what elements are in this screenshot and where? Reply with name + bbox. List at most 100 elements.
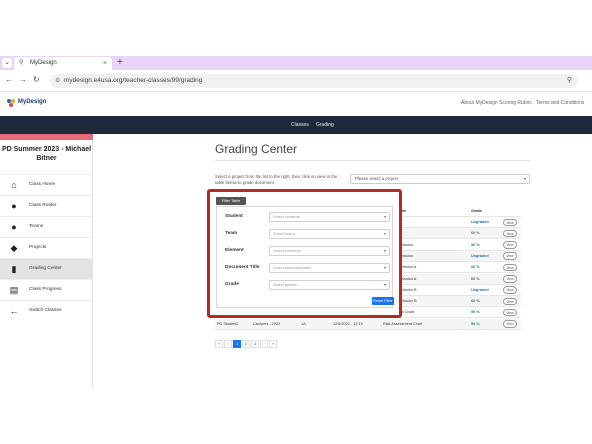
logo-text: MyDesign: [18, 99, 47, 105]
chevron-down-icon: ▾: [523, 176, 526, 181]
home-icon: ⌂: [11, 180, 17, 190]
filter-label: Student: [225, 214, 243, 219]
project-select-value: Please select a project: [355, 176, 399, 181]
main-nav: Classes Grading: [0, 116, 592, 134]
sidebar-item-projects[interactable]: ◆ Projects: [0, 237, 93, 258]
team-select-placeholder: Select teams: [273, 231, 296, 236]
cell-grade: Ungraded: [471, 253, 489, 258]
element-select-placeholder: Select elements: [273, 248, 301, 253]
cell-grade: 60 %: [471, 231, 480, 236]
project-select[interactable]: Please select a project ▾: [350, 174, 530, 184]
student-select[interactable]: Select students ▾: [269, 212, 390, 222]
filter-row-element: Element Select elements ▾: [217, 246, 392, 258]
page-next-button[interactable]: ›: [260, 340, 268, 348]
sidebar-item-label: Grading Center: [29, 266, 62, 271]
sidebar-item-class-home[interactable]: ⌂ Class Home: [0, 174, 93, 195]
cell-submitted: 12/5/2022 - 12:19: [333, 321, 363, 326]
sidebar-item-class-progress[interactable]: ▤ Class Progress: [0, 279, 93, 300]
browser-tab[interactable]: ⚲ MyDesign ×: [14, 57, 112, 70]
reload-icon[interactable]: ↻: [33, 75, 40, 84]
cell-grade: 50 %: [471, 310, 480, 315]
sidebar-item-teams[interactable]: ● Teams: [0, 216, 93, 237]
sidebar-item-switch-classes[interactable]: ← Switch Classes: [0, 300, 93, 321]
view-button[interactable]: View: [503, 320, 517, 328]
grade-select-placeholder: Select grades: [273, 282, 297, 287]
nav-grading[interactable]: Grading: [316, 122, 334, 128]
grade-select[interactable]: Select grades ▾: [269, 280, 390, 290]
team-select[interactable]: Select teams ▾: [269, 229, 390, 239]
view-button[interactable]: View: [503, 275, 517, 283]
filter-label: Document Title: [225, 265, 260, 270]
sidebar-item-label: Class Progress: [29, 287, 62, 292]
chevron-down-icon: ▾: [383, 231, 386, 236]
cell-grade: 50 %: [471, 242, 480, 247]
filter-label: Team: [225, 231, 238, 236]
cell-element: 1A: [301, 321, 306, 326]
page-title: Grading Center: [215, 142, 298, 156]
tab-list-chevron-icon[interactable]: ⌄: [2, 58, 12, 68]
cell-student: PD Student2: [217, 321, 239, 326]
sidebar: PD Summer 2023 - Michael Bitner ⌂ Class …: [0, 134, 93, 388]
browser-tab-strip: ⌄ ⚲ MyDesign × +: [0, 56, 592, 70]
terms-link[interactable]: Terms and Conditions: [536, 100, 584, 106]
chart-icon: ▤: [9, 285, 19, 295]
cell-grade: Ungraded: [471, 287, 489, 292]
cell-title: Risk Assessment Chart: [383, 321, 423, 326]
filter-form: Student Select students ▾ Team Select te…: [216, 206, 394, 308]
chevron-down-icon: ▾: [383, 214, 386, 219]
column-header-grade[interactable]: Grade: [471, 209, 482, 213]
view-button[interactable]: View: [503, 308, 517, 317]
page-3-button[interactable]: 3: [251, 340, 259, 348]
view-button[interactable]: View: [503, 218, 517, 226]
sidebar-item-label: Class Home: [29, 182, 56, 187]
new-tab-button[interactable]: +: [117, 56, 123, 70]
class-title: PD Summer 2023 - Michael Bitner: [1, 146, 92, 162]
arrow-left-icon: ←: [9, 306, 19, 316]
view-button[interactable]: View: [503, 286, 517, 294]
mydesign-logo[interactable]: MyDesign: [6, 98, 66, 110]
favicon-icon: ⚲: [19, 60, 24, 66]
back-arrow-icon[interactable]: ←: [5, 75, 13, 84]
cell-grade: 60 %: [471, 265, 480, 270]
view-button[interactable]: View: [503, 229, 517, 238]
page-prev-button[interactable]: ‹: [224, 340, 232, 348]
cube-icon: ◆: [10, 243, 18, 253]
cell-grade: 60 %: [471, 276, 480, 281]
tab-title: MyDesign: [30, 60, 57, 66]
view-button[interactable]: View: [503, 297, 517, 306]
filter-panel-header[interactable]: Filter Table: [216, 197, 246, 205]
sidebar-item-label: Teams: [29, 224, 44, 229]
page-first-button[interactable]: «: [215, 340, 223, 348]
close-tab-icon[interactable]: ×: [103, 57, 107, 70]
page-1-button[interactable]: 1: [233, 340, 241, 348]
address-bar-row: ← → ↻ ⚙ mydesign.e4usa.org/teacher-class…: [0, 70, 592, 92]
reset-filter-button[interactable]: Reset Filter: [372, 297, 394, 305]
view-button[interactable]: View: [503, 263, 517, 272]
page-last-button[interactable]: »: [269, 340, 277, 348]
cell-team: Campers - 2022: [253, 321, 281, 326]
sidebar-item-class-roster[interactable]: ● Class Roster: [0, 195, 93, 216]
filter-label: Grade: [225, 282, 239, 287]
element-select[interactable]: Select elements ▾: [269, 246, 390, 256]
url-field[interactable]: ⚙ mydesign.e4usa.org/teacher-classes/99/…: [50, 74, 578, 88]
zoom-icon[interactable]: ⚲: [567, 74, 572, 88]
student-select-placeholder: Select students: [273, 214, 300, 219]
forward-arrow-icon[interactable]: →: [19, 75, 27, 84]
about-rubric-link[interactable]: About MyDesign Scoring Rubric: [461, 100, 532, 106]
filter-row-team: Team Select teams ▾: [217, 229, 392, 241]
document-title-select[interactable]: Select document titles ▾: [269, 263, 390, 273]
sidebar-item-grading-center[interactable]: ▮ Grading Center: [0, 258, 93, 279]
book-icon: ▮: [11, 264, 17, 274]
page-2-button[interactable]: 2: [242, 340, 250, 348]
sidebar-item-label: Class Roster: [29, 203, 57, 208]
filter-row-grade: Grade Select grades ▾: [217, 280, 392, 292]
filter-row-document-title: Document Title Select document titles ▾: [217, 263, 392, 275]
view-button[interactable]: View: [503, 252, 517, 260]
view-button[interactable]: View: [503, 241, 517, 249]
url-text: mydesign.e4usa.org/teacher-classes/99/gr…: [64, 77, 203, 84]
sidebar-item-label: Projects: [29, 245, 47, 250]
nav-classes[interactable]: Classes: [291, 122, 309, 128]
cell-grade: 50 %: [471, 321, 480, 326]
site-settings-icon[interactable]: ⚙: [55, 74, 60, 88]
user-icon: ●: [11, 201, 17, 211]
